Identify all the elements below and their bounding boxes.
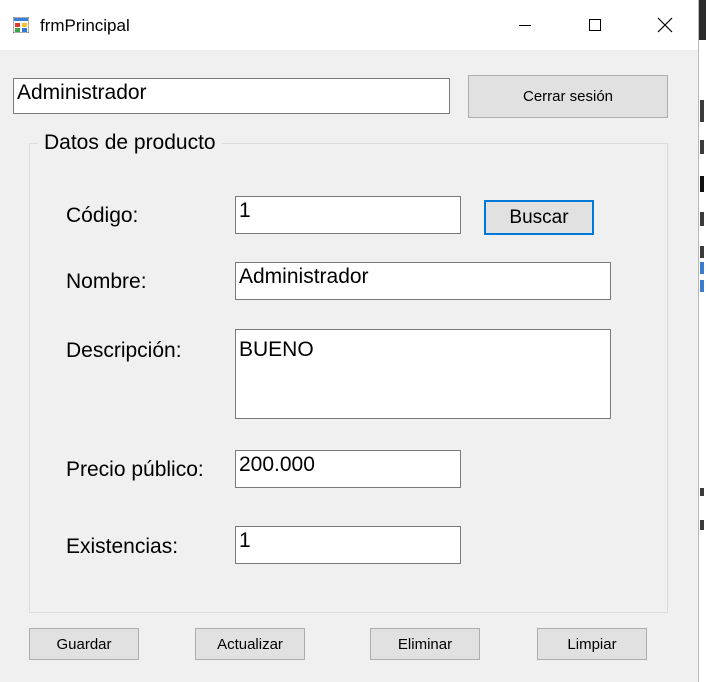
groupbox-title: Datos de producto bbox=[38, 131, 222, 155]
logout-button[interactable]: Cerrar sesión bbox=[468, 75, 668, 118]
close-icon bbox=[657, 17, 673, 33]
close-button[interactable] bbox=[630, 0, 700, 50]
maximize-icon bbox=[589, 19, 601, 31]
save-button[interactable]: Guardar bbox=[29, 628, 139, 660]
name-label: Nombre: bbox=[66, 270, 147, 293]
code-field[interactable]: 1 bbox=[235, 196, 461, 234]
minimize-button[interactable] bbox=[490, 0, 560, 50]
main-window: frmPrincipal Administrador Cerrar sesión… bbox=[0, 0, 699, 682]
window-title: frmPrincipal bbox=[40, 16, 130, 35]
stock-field[interactable]: 1 bbox=[235, 526, 461, 564]
delete-button[interactable]: Eliminar bbox=[370, 628, 480, 660]
name-field[interactable]: Administrador bbox=[235, 262, 611, 300]
clear-button[interactable]: Limpiar bbox=[537, 628, 647, 660]
background-app-edge bbox=[699, 0, 706, 682]
code-label: Código: bbox=[66, 204, 139, 227]
price-field[interactable]: 200.000 bbox=[235, 450, 461, 488]
search-button[interactable]: Buscar bbox=[484, 200, 594, 235]
title-bar[interactable]: frmPrincipal bbox=[0, 0, 698, 50]
maximize-button[interactable] bbox=[560, 0, 630, 50]
description-label: Descripción: bbox=[66, 339, 182, 362]
description-field[interactable]: BUENO bbox=[235, 329, 611, 419]
stock-label: Existencias: bbox=[66, 535, 179, 558]
minimize-icon bbox=[519, 25, 531, 26]
price-label: Precio público: bbox=[66, 458, 204, 481]
user-field[interactable]: Administrador bbox=[13, 78, 450, 114]
app-form-icon bbox=[12, 16, 30, 34]
update-button[interactable]: Actualizar bbox=[195, 628, 305, 660]
